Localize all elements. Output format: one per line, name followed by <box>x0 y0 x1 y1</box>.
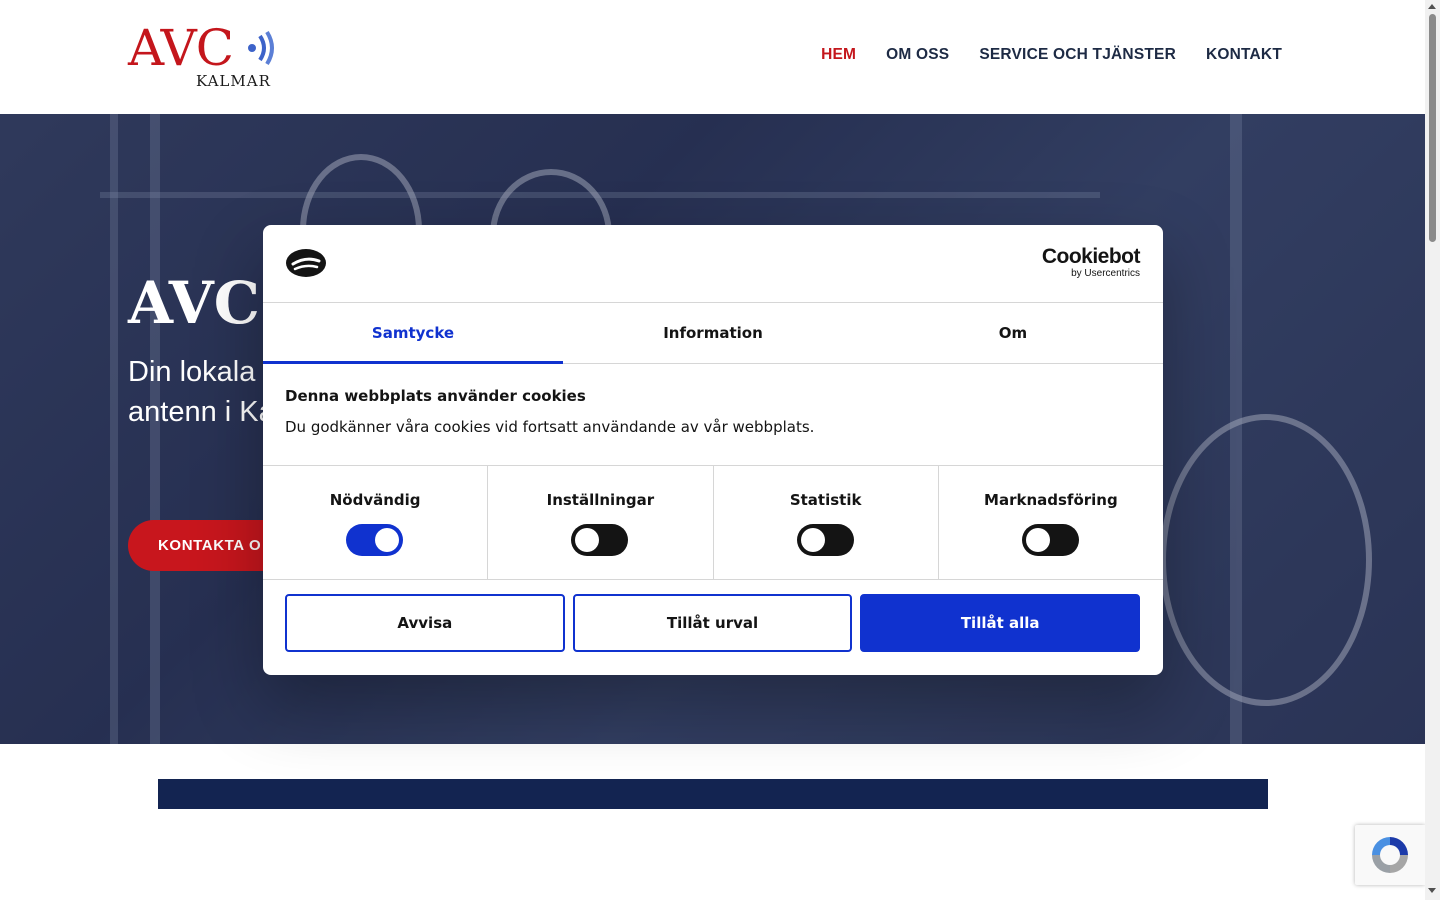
dialog-header: Cookiebot by Usercentrics <box>263 225 1163 303</box>
category-label: Marknadsföring <box>984 491 1118 509</box>
category-statistik: Statistik <box>714 466 939 579</box>
dialog-heading: Denna webbplats använder cookies <box>285 387 586 405</box>
toggle-knob <box>575 528 600 552</box>
category-label: Inställningar <box>546 491 655 509</box>
cookie-logo-icon <box>286 249 326 277</box>
allow-selection-button[interactable]: Tillåt urval <box>572 594 853 652</box>
scroll-down-icon[interactable] <box>1428 888 1436 893</box>
cookiebot-brand[interactable]: Cookiebot by Usercentrics <box>1041 245 1141 280</box>
toggle-marknadsforing[interactable] <box>1021 524 1079 556</box>
category-label: Nödvändig <box>329 491 421 509</box>
cookiebot-by: by Usercentrics <box>1071 268 1140 279</box>
category-label: Statistik <box>789 491 862 509</box>
logo-text: AVC <box>128 19 234 77</box>
toggle-knob <box>1025 528 1050 552</box>
toggle-installningar[interactable] <box>571 524 629 556</box>
section-bar <box>158 779 1268 809</box>
cookie-dialog: Cookiebot by Usercentrics Samtycke Infor… <box>263 225 1163 675</box>
main-nav: HEM OM OSS SERVICE OCH TJÄNSTER KONTAKT <box>821 46 1282 64</box>
recaptcha-badge[interactable] <box>1355 825 1425 885</box>
signal-waves-icon <box>248 30 274 66</box>
dialog-buttons: Avvisa Tillåt urval Tillåt alla <box>285 594 1141 652</box>
page-scrollbar[interactable] <box>1425 0 1440 900</box>
tab-om[interactable]: Om <box>863 303 1163 363</box>
allow-all-button[interactable]: Tillåt alla <box>860 594 1141 652</box>
tab-information[interactable]: Information <box>563 303 863 363</box>
nav-item-service[interactable]: SERVICE OCH TJÄNSTER <box>979 46 1176 64</box>
category-installningar: Inställningar <box>488 466 714 579</box>
logo-subtext: KALMAR <box>196 72 271 90</box>
category-nodvandig: Nödvändig <box>263 466 489 579</box>
dialog-text: Du godkänner våra cookies vid fortsatt a… <box>285 418 815 436</box>
toggle-statistik[interactable] <box>796 524 854 556</box>
reject-button[interactable]: Avvisa <box>285 594 565 652</box>
cookie-categories: Nödvändig Inställningar Statistik Markna… <box>263 465 1163 580</box>
toggle-knob <box>800 528 825 552</box>
nav-item-hem[interactable]: HEM <box>821 46 856 64</box>
scroll-thumb[interactable] <box>1429 14 1436 242</box>
nav-item-om-oss[interactable]: OM OSS <box>886 46 949 64</box>
cookiebot-name: Cookiebot <box>1041 245 1141 268</box>
toggle-nodvandig[interactable] <box>346 524 404 556</box>
recaptcha-icon <box>1372 837 1408 873</box>
scroll-up-icon[interactable] <box>1428 4 1436 9</box>
site-logo[interactable]: AVC KALMAR <box>128 19 288 92</box>
category-marknadsforing: Marknadsföring <box>939 466 1163 579</box>
hero-title: AVC- <box>128 269 285 337</box>
dialog-body: Denna webbplats använder cookies Du godk… <box>285 387 1135 436</box>
site-header: AVC KALMAR HEM OM OSS SERVICE OCH TJÄNST… <box>0 0 1425 114</box>
tab-samtycke[interactable]: Samtycke <box>263 303 563 364</box>
dialog-tabs: Samtycke Information Om <box>263 303 1163 364</box>
toggle-knob <box>375 528 400 552</box>
nav-item-kontakt[interactable]: KONTAKT <box>1206 46 1282 64</box>
